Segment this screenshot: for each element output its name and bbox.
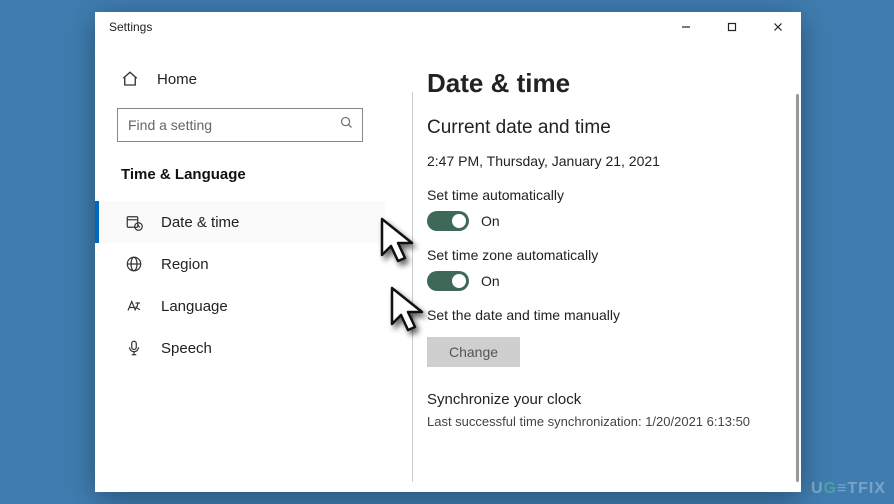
microphone-icon xyxy=(125,339,143,357)
titlebar: Settings xyxy=(95,12,801,42)
sidebar-item-label: Date & time xyxy=(161,214,239,231)
window-title: Settings xyxy=(109,20,152,34)
set-tz-auto-label: Set time zone automatically xyxy=(427,247,783,263)
search-box[interactable] xyxy=(117,108,363,142)
close-button[interactable] xyxy=(755,12,801,42)
sidebar-item-region[interactable]: Region xyxy=(95,243,385,285)
maximize-button[interactable] xyxy=(709,12,755,42)
window-controls xyxy=(663,12,801,42)
page-title: Date & time xyxy=(427,68,783,99)
set-tz-auto-toggle[interactable] xyxy=(427,271,469,291)
set-tz-auto-state: On xyxy=(481,273,500,289)
sidebar-item-speech[interactable]: Speech xyxy=(95,327,385,369)
globe-icon xyxy=(125,255,143,273)
minimize-button[interactable] xyxy=(663,12,709,42)
sidebar-item-label: Language xyxy=(161,298,228,315)
search-input[interactable] xyxy=(128,117,339,133)
sync-clock-heading: Synchronize your clock xyxy=(427,391,783,408)
search-icon xyxy=(339,115,354,135)
content-pane: Date & time Current date and time 2:47 P… xyxy=(385,42,801,492)
current-datetime: 2:47 PM, Thursday, January 21, 2021 xyxy=(427,153,783,169)
sidebar-category: Time & Language xyxy=(95,160,385,201)
section-current-heading: Current date and time xyxy=(427,117,783,139)
sidebar-item-label: Region xyxy=(161,256,209,273)
manual-datetime-label: Set the date and time manually xyxy=(427,307,783,323)
watermark: UG≡TFIX xyxy=(811,480,886,498)
set-time-auto-label: Set time automatically xyxy=(427,187,783,203)
settings-window: Settings Home xyxy=(95,12,801,492)
sidebar-home-label: Home xyxy=(157,71,197,88)
sidebar-item-language[interactable]: Language xyxy=(95,285,385,327)
sidebar-item-label: Speech xyxy=(161,340,212,357)
sidebar-home[interactable]: Home xyxy=(95,62,385,96)
sidebar: Home Time & Language Date & time Reg xyxy=(95,42,385,492)
set-time-auto-state: On xyxy=(481,213,500,229)
home-icon xyxy=(121,70,139,88)
language-icon xyxy=(125,297,143,315)
content-scrollbar[interactable] xyxy=(796,94,799,482)
calendar-clock-icon xyxy=(125,213,143,231)
sync-clock-status: Last successful time synchronization: 1/… xyxy=(427,414,783,429)
change-button[interactable]: Change xyxy=(427,337,520,367)
set-time-auto-toggle[interactable] xyxy=(427,211,469,231)
sidebar-item-date-time[interactable]: Date & time xyxy=(95,201,385,243)
